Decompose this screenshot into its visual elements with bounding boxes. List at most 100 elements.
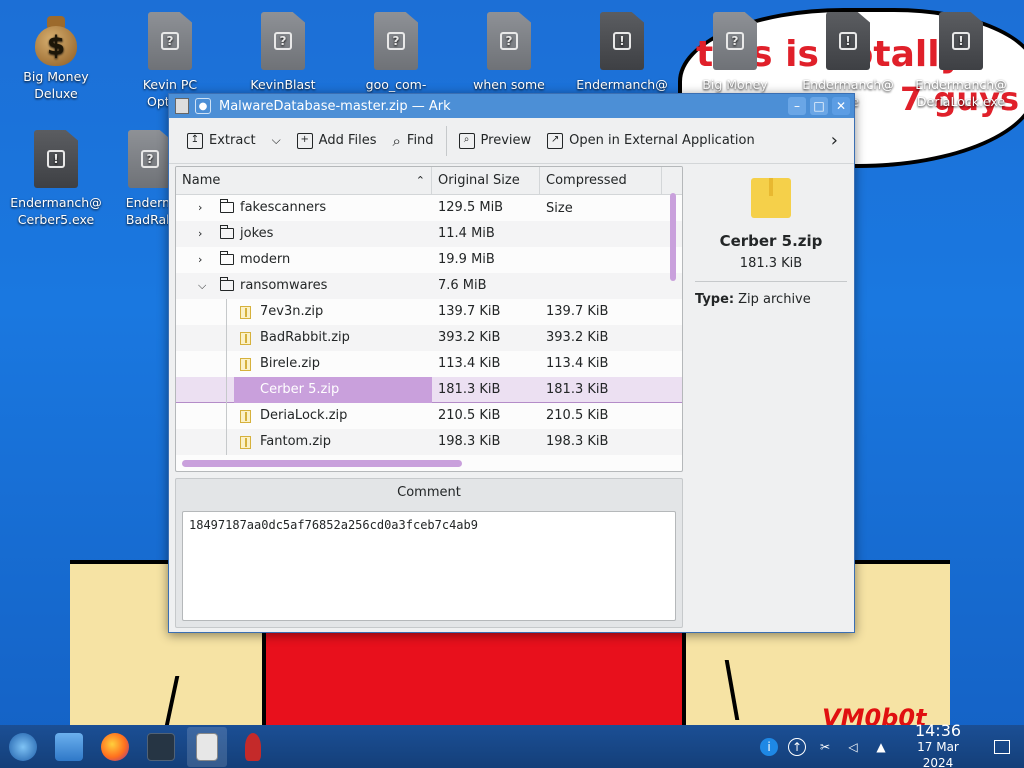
details-divider <box>695 281 847 282</box>
executable-icon: ! <box>34 130 78 188</box>
add-file-icon: + <box>296 132 313 149</box>
toolbar: ↥ Extract ⌵ + Add Files ⌕ Find ⌕ Preview… <box>169 118 854 164</box>
desktop-icon-goo-com[interactable]: ? goo_com- <box>346 12 446 93</box>
comment-text[interactable]: 18497187aa0dc5af76852a256cd0a3fceb7c4ab9 <box>182 511 676 621</box>
ark-window: ● MalwareDatabase-master.zip — Ark – □ ✕… <box>168 93 855 633</box>
zip-archive-icon <box>751 178 791 218</box>
row-compressed-size: 139.7 KiB <box>546 304 609 319</box>
row-original-size: 7.6 MiB <box>438 278 487 293</box>
details-file-name: Cerber 5.zip <box>719 232 823 250</box>
desktop-icon-derialock[interactable]: ! Endermanch@ DeriaLock.exe <box>911 12 1011 110</box>
row-name-label: DeriaLock.zip <box>260 408 348 423</box>
vertical-scrollbar[interactable] <box>670 193 676 281</box>
toolbar-separator <box>445 125 447 156</box>
zip-file-icon <box>240 436 251 449</box>
archive-tree[interactable]: Name ⌃ Original Size Compressed Size › fak… <box>175 166 683 472</box>
wine-glass-icon <box>245 732 261 761</box>
table-row[interactable]: Birele.zip 113.4 KiB 113.4 KiB <box>176 351 682 377</box>
pin-icon[interactable]: ● <box>195 98 211 114</box>
table-row[interactable]: BadRabbit.zip 393.2 KiB 393.2 KiB <box>176 325 682 351</box>
table-row[interactable]: › jokes 11.4 MiB <box>176 221 682 247</box>
desktop-icon-kevinblast[interactable]: ? KevinBlast <box>233 12 333 93</box>
table-row[interactable]: ⌵ ransomwares 7.6 MiB <box>176 273 682 299</box>
folder-icon <box>219 199 234 213</box>
table-row[interactable]: › fakescanners 129.5 MiB <box>176 195 682 221</box>
zip-file-icon <box>240 332 251 345</box>
column-header-compressed-size[interactable]: Compressed Size <box>540 167 662 216</box>
desktop-icon-endermanch[interactable]: ! Endermanch@ <box>572 12 672 93</box>
taskbar-settings[interactable] <box>141 727 181 767</box>
column-header-original-size[interactable]: Original Size <box>432 167 540 194</box>
desktop-icon-big-money-deluxe[interactable]: $ Big Money Deluxe <box>6 12 106 102</box>
desktop-icon-label: KevinBlast <box>250 77 316 92</box>
horizontal-scrollbar[interactable] <box>182 460 462 467</box>
table-row[interactable]: Fantom.zip 198.3 KiB 198.3 KiB <box>176 429 682 455</box>
unknown-file-icon: ? <box>374 12 418 70</box>
update-icon[interactable]: ↑ <box>788 737 806 756</box>
chevron-right-icon[interactable]: › <box>198 195 202 221</box>
row-name-cell: ⌵ ransomwares <box>176 273 432 299</box>
row-name-cell: › modern <box>176 247 432 273</box>
chevron-up-icon[interactable]: ▲ <box>872 738 890 756</box>
chevron-right-icon[interactable]: › <box>198 247 202 273</box>
info-icon[interactable]: i <box>760 737 778 756</box>
zip-file-icon <box>240 358 251 371</box>
taskbar-wine[interactable] <box>233 727 273 767</box>
show-desktop-button[interactable] <box>994 739 1010 754</box>
find-button[interactable]: ⌕ Find <box>385 128 442 154</box>
desktop-icon-label: Big Money Deluxe <box>23 69 89 101</box>
row-name-cell: Cerber 5.zip <box>176 377 432 403</box>
firefox-icon <box>101 732 129 761</box>
taskbar-firefox[interactable] <box>95 727 135 767</box>
executable-icon: ! <box>600 12 644 70</box>
open-external-button[interactable]: ↗ Open in External Application <box>539 129 763 153</box>
chevron-down-icon[interactable]: ⌵ <box>272 133 281 148</box>
zip-file-icon <box>240 306 251 319</box>
start-menu-button[interactable] <box>3 727 43 767</box>
clock[interactable]: 14:36 17 Mar 2024 <box>900 722 976 768</box>
row-original-size: 210.5 KiB <box>438 408 501 423</box>
add-files-button[interactable]: + Add Files <box>289 129 385 153</box>
desktop-icon-big-money[interactable]: ? Big Money <box>685 12 785 93</box>
unknown-file-icon: ? <box>713 12 757 70</box>
volume-icon[interactable]: ◁ <box>844 738 862 756</box>
chevron-right-icon[interactable]: › <box>825 130 844 151</box>
row-name-label: fakescanners <box>240 200 327 215</box>
comment-title: Comment <box>397 485 461 500</box>
wallpaper-red-shirt <box>262 620 686 740</box>
folder-icon <box>219 277 234 291</box>
row-compressed-size: 210.5 KiB <box>546 408 609 423</box>
table-row[interactable]: DeriaLock.zip 210.5 KiB 210.5 KiB <box>176 403 682 429</box>
desktop-icon-cerber5[interactable]: ! Endermanch@ Cerber5.exe <box>6 130 106 228</box>
tree-guide-line <box>226 325 227 351</box>
row-original-size: 393.2 KiB <box>438 330 501 345</box>
desktop-icon-label: Endermanch@ DeriaLock.exe <box>915 77 1007 109</box>
open-external-icon: ↗ <box>547 132 564 149</box>
ark-app-icon[interactable] <box>175 98 189 114</box>
folder-icon <box>219 225 234 239</box>
row-compressed-size: 393.2 KiB <box>546 330 609 345</box>
table-row[interactable]: 7ev3n.zip 139.7 KiB 139.7 KiB <box>176 299 682 325</box>
tree-guide-line <box>226 351 227 377</box>
row-original-size: 181.3 KiB <box>438 382 501 397</box>
taskbar-file-manager[interactable] <box>49 727 89 767</box>
details-panel: Cerber 5.zip 181.3 KiB Type: Zip archive <box>695 166 847 472</box>
chevron-down-icon[interactable]: ⌵ <box>198 273 206 299</box>
extract-button[interactable]: ↥ Extract ⌵ <box>179 129 289 153</box>
taskbar-ark[interactable] <box>187 726 227 767</box>
desktop-icon-when-some[interactable]: ? when some <box>459 12 559 93</box>
close-button[interactable]: ✕ <box>832 97 850 115</box>
maximize-button[interactable]: □ <box>810 97 828 115</box>
scissors-icon[interactable]: ✂ <box>816 738 834 756</box>
row-original-size: 19.9 MiB <box>438 252 495 267</box>
chevron-right-icon[interactable]: › <box>198 221 202 247</box>
column-header-name[interactable]: Name ⌃ <box>176 167 432 194</box>
extract-icon: ↥ <box>187 132 203 149</box>
window-titlebar[interactable]: ● MalwareDatabase-master.zip — Ark – □ ✕ <box>169 94 854 118</box>
table-row[interactable]: Cerber 5.zip 181.3 KiB 181.3 KiB <box>176 377 682 403</box>
preview-button[interactable]: ⌕ Preview <box>451 129 540 153</box>
minimize-button[interactable]: – <box>788 97 806 115</box>
table-row[interactable]: › modern 19.9 MiB <box>176 247 682 273</box>
row-compressed-size <box>540 195 662 221</box>
row-original-size: 113.4 KiB <box>438 356 501 371</box>
